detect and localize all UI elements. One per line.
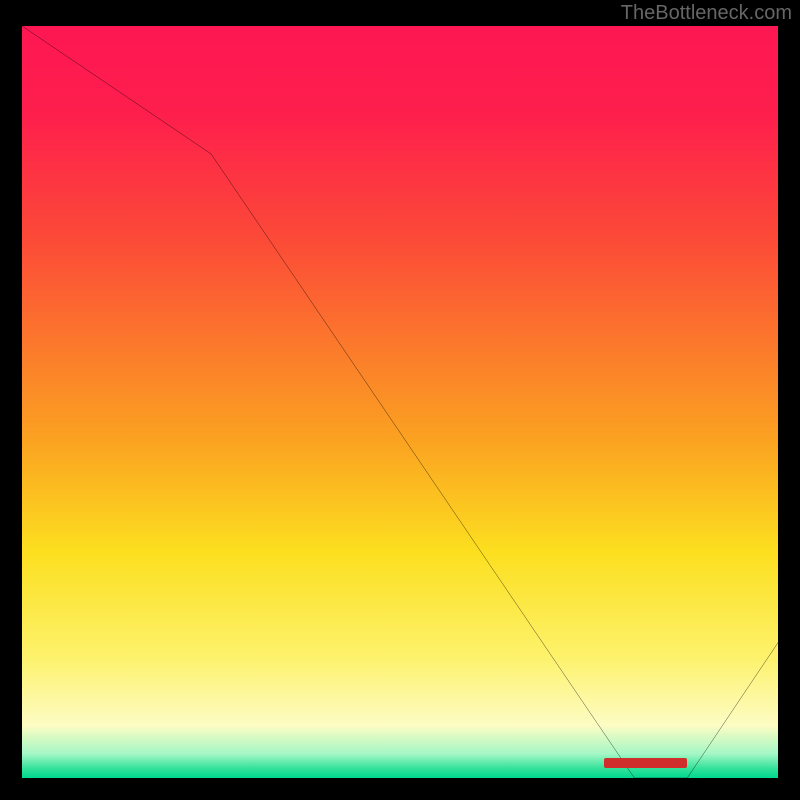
ideal-range-marker [604,758,687,768]
line-series [22,26,778,778]
attribution-text: TheBottleneck.com [621,2,792,25]
plot-area [22,26,778,778]
chart-frame: TheBottleneck.com [0,0,800,800]
